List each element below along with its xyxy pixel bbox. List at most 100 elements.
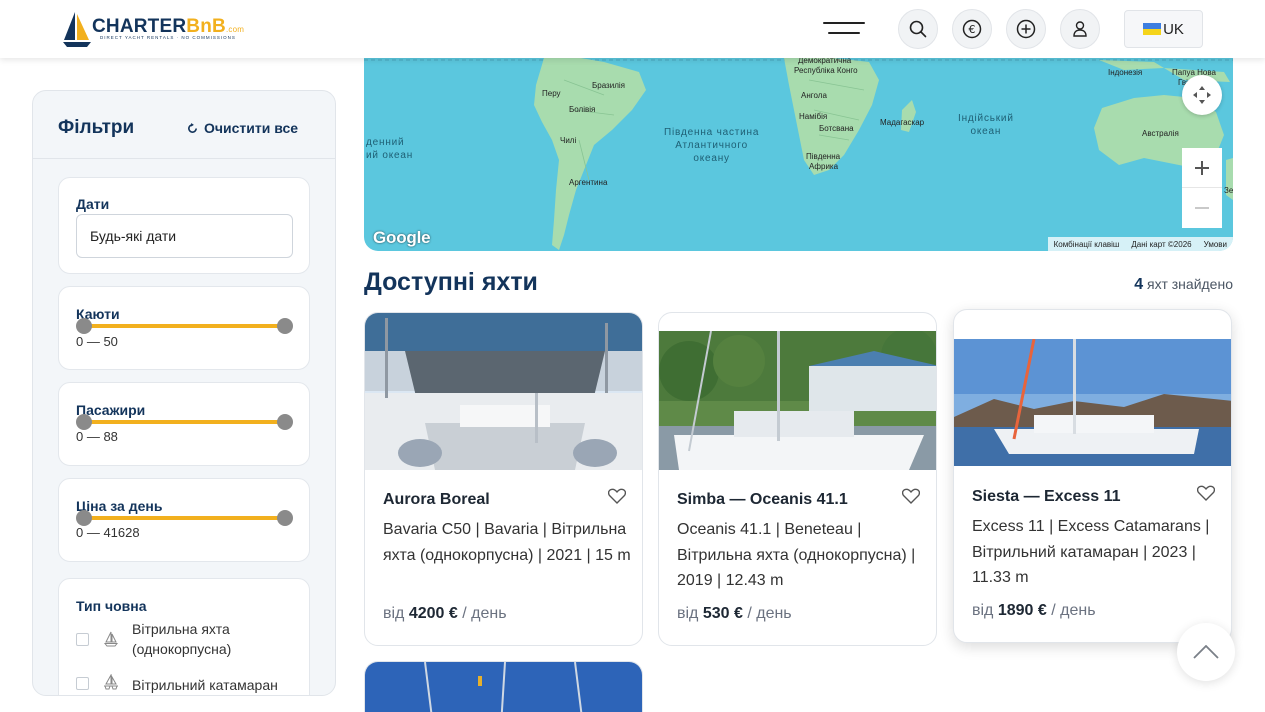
plus-icon: [1195, 160, 1209, 175]
yacht-photo: [365, 662, 642, 712]
map-land-shapes: [364, 56, 1233, 250]
yacht-price: від 4200 € / день: [383, 605, 507, 622]
slider-track: [84, 324, 285, 328]
results-count: 4 яхт знайдено: [1134, 276, 1233, 294]
map-label-indonesia: Індонезія: [1108, 68, 1143, 77]
map-fullscreen-button[interactable]: [1182, 75, 1222, 115]
slider-min-handle[interactable]: [76, 414, 92, 430]
clear-all-button[interactable]: Очистити все: [187, 120, 298, 136]
filters-header: Фільтри Очистити все: [33, 91, 335, 159]
yacht-photo: [659, 331, 936, 470]
favorite-heart-icon[interactable]: [1197, 485, 1215, 501]
minus-icon: [1195, 207, 1209, 209]
map-label-namibia: Намібія: [799, 112, 828, 121]
yacht-name: Siesta — Excess 11: [972, 488, 1121, 505]
map-label-botswana: Ботсвана: [819, 124, 854, 133]
map-label-drc-2: Республіка Конго: [794, 66, 858, 75]
yacht-price: від 530 € / день: [677, 605, 792, 622]
map-footer: Комбінації клавіш Дані карт ©2026 Умови: [1047, 237, 1233, 251]
slider-track: [84, 420, 285, 424]
filter-cabins: Каюти 0 — 50: [58, 286, 310, 370]
google-logo: Google: [373, 228, 431, 247]
slider-track: [84, 516, 285, 520]
yacht-card[interactable]: Siesta — Excess 11 Excess 11 | Excess Ca…: [953, 309, 1232, 643]
map-label-edge: Зе: [1224, 186, 1233, 195]
map-label-south-africa-2: Африка: [809, 162, 839, 171]
map-shortcuts-link[interactable]: Комбінації клавіш: [1054, 240, 1120, 249]
filters-title: Фільтри: [58, 117, 135, 138]
sailboat-logo-icon: [63, 12, 91, 47]
pan-arrows-icon: [1193, 86, 1211, 104]
map-terms-link[interactable]: Умови: [1204, 240, 1227, 249]
yacht-card[interactable]: [364, 661, 643, 712]
site-header: CHARTERBnB.com DIRECT YACHT RENTALS · NO…: [0, 0, 1265, 58]
map-label-chile: Чилі: [560, 136, 577, 145]
menu-button[interactable]: [823, 19, 865, 39]
yacht-map[interactable]: Бразилія Перу Болівія Чилі Аргентина Дем…: [364, 50, 1233, 251]
catamaran-icon: [104, 674, 118, 690]
ocean-label-indian: Індійський океан: [958, 113, 1014, 137]
sailboat-icon: [103, 631, 119, 647]
slider-min-handle[interactable]: [76, 510, 92, 526]
reset-icon: [188, 122, 197, 133]
favorite-heart-icon[interactable]: [608, 488, 626, 504]
map-label-bolivia: Болівія: [569, 105, 596, 114]
filter-passengers: Пасажири 0 — 88: [58, 382, 310, 466]
map-label-south-africa: Південна: [806, 152, 841, 161]
language-label: UK: [1163, 20, 1184, 38]
map-label-angola: Ангола: [801, 91, 827, 100]
slider-max-handle[interactable]: [277, 414, 293, 430]
map-label-argentina: Аргентина: [569, 178, 608, 187]
filter-dates: Дати Будь-які дати: [58, 177, 310, 274]
search-icon: [909, 20, 927, 38]
results-count-number: 4: [1134, 276, 1144, 293]
filter-price: Ціна за день 0 — 41628: [58, 478, 310, 562]
map-label-brazil: Бразилія: [592, 81, 625, 90]
yacht-card[interactable]: Simba — Oceanis 41.1 Oceanis 41.1 | Bene…: [658, 312, 937, 646]
map-label-australia: Австралія: [1142, 129, 1179, 138]
ocean-label-atlantic: Південна частина Атлантичного океану: [664, 127, 760, 164]
currency-button[interactable]: €: [952, 9, 992, 49]
filters-panel: Фільтри Очистити все Дати Будь-які дати …: [32, 90, 336, 696]
favorite-heart-icon[interactable]: [902, 488, 920, 504]
cabins-slider[interactable]: [76, 317, 293, 335]
passengers-range: 0 — 88: [76, 429, 118, 444]
yacht-card[interactable]: Aurora Boreal Bavaria C50 | Bavaria | Ві…: [364, 312, 643, 646]
dates-input[interactable]: Будь-які дати: [76, 214, 293, 258]
boat-type-option-label: Вітрильний катамаран: [132, 677, 278, 693]
slider-max-handle[interactable]: [277, 318, 293, 334]
language-selector[interactable]: UK: [1124, 10, 1203, 48]
ukraine-flag-icon: [1143, 23, 1162, 35]
map-zoom-in-button[interactable]: [1182, 148, 1222, 188]
add-listing-button[interactable]: [1006, 9, 1046, 49]
scroll-to-top-button[interactable]: [1177, 623, 1235, 681]
slider-max-handle[interactable]: [277, 510, 293, 526]
yacht-name: Simba — Oceanis 41.1: [677, 491, 848, 508]
logo[interactable]: CHARTERBnB.com DIRECT YACHT RENTALS · NO…: [62, 10, 252, 50]
yacht-specs: Excess 11 | Excess Catamarans | Вітрильн…: [972, 518, 1210, 586]
clear-all-label: Очистити все: [204, 120, 299, 136]
dates-label: Дати: [76, 196, 110, 212]
yacht-photo: [954, 339, 1231, 466]
plus-circle-icon: [1016, 19, 1036, 39]
euro-icon: €: [962, 19, 982, 39]
price-range: 0 — 41628: [76, 525, 140, 540]
map-zoom-out-button[interactable]: [1182, 188, 1222, 228]
search-button[interactable]: [898, 9, 938, 49]
available-yachts-title: Доступні яхти: [364, 268, 538, 296]
boat-type-option-label: Вітрильна яхта (однокорпусна): [132, 621, 232, 657]
filter-boat-type: Тип човна Вітрильна яхта (однокорпусна) …: [58, 578, 310, 695]
account-button[interactable]: [1060, 9, 1100, 49]
svg-text:€: €: [969, 23, 976, 36]
boat-type-checkbox-monohull[interactable]: [76, 633, 89, 646]
user-icon: [1073, 21, 1087, 37]
yacht-photo: [365, 313, 642, 470]
menu-line: [828, 32, 860, 34]
page: CHARTERBnB.com DIRECT YACHT RENTALS · NO…: [0, 0, 1265, 712]
yacht-price: від 1890 € / день: [972, 602, 1096, 619]
map-label-peru: Перу: [542, 89, 561, 98]
slider-min-handle[interactable]: [76, 318, 92, 334]
cabins-range: 0 — 50: [76, 334, 118, 349]
boat-type-checkbox-catamaran[interactable]: [76, 677, 89, 690]
results-count-suffix: яхт знайдено: [1147, 276, 1233, 292]
